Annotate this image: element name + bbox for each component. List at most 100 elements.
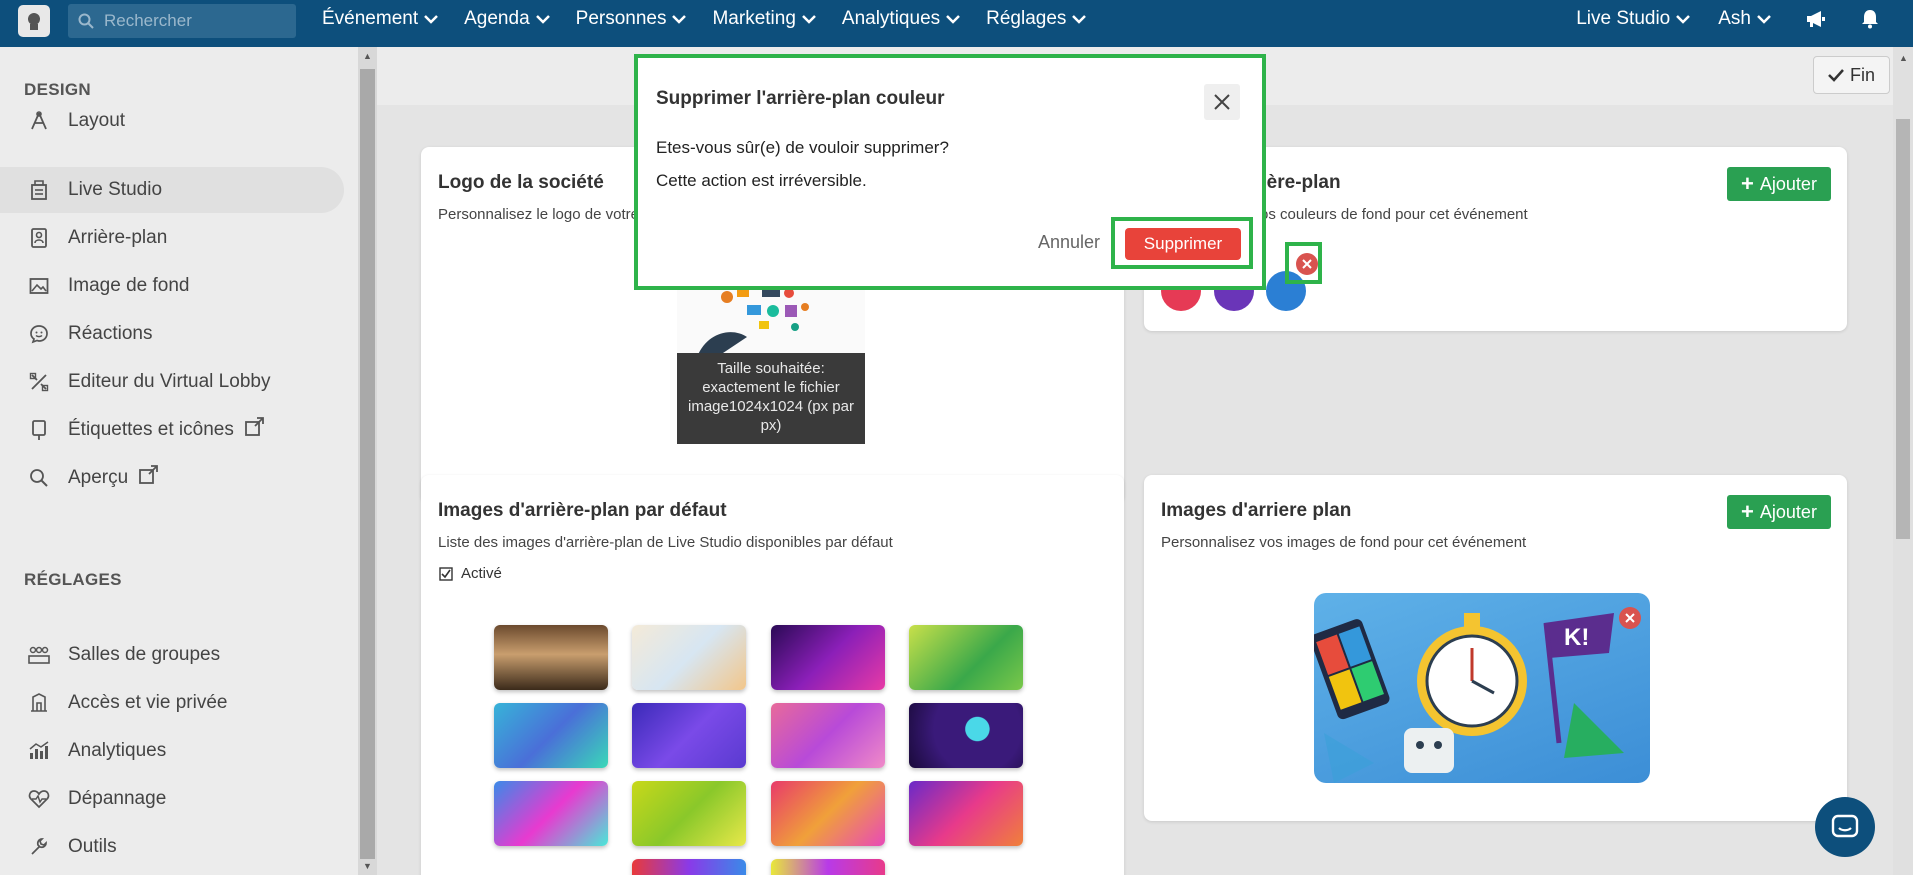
checkbox-checked-icon <box>439 566 453 581</box>
nav-label: Événement <box>322 8 419 29</box>
plus-icon: + <box>1741 499 1754 524</box>
default-bg-thumb[interactable] <box>771 703 885 768</box>
modal-title: Supprimer l'arrière-plan couleur <box>656 88 945 109</box>
default-bg-thumb[interactable] <box>771 625 885 690</box>
enabled-label: Activé <box>461 565 502 582</box>
company-logo-preview[interactable]: Taille souhaitée: exactement le fichier … <box>677 277 865 444</box>
custom-bg-image[interactable]: K! <box>1314 593 1650 783</box>
default-bg-thumb[interactable] <box>771 859 885 875</box>
sidebar-item-label: Aperçu <box>68 467 129 488</box>
default-bg-thumb[interactable] <box>909 781 1023 846</box>
main-nav: Événement Agenda Personnes Marketing Ana… <box>322 0 1112 38</box>
modal-close-button[interactable] <box>1204 84 1240 120</box>
default-bg-thumb[interactable] <box>494 625 608 690</box>
close-icon <box>1625 613 1635 623</box>
default-bg-thumb[interactable] <box>632 625 746 690</box>
default-bg-thumb[interactable] <box>494 703 608 768</box>
default-bg-thumb[interactable] <box>632 703 746 768</box>
sidebar-item-layout[interactable]: Layout <box>0 98 344 144</box>
scroll-up-icon[interactable]: ▲ <box>363 51 372 61</box>
default-bg-thumb[interactable] <box>494 781 608 846</box>
sidebar-item-label: Arrière-plan <box>68 227 168 248</box>
chevron-down-icon <box>672 15 687 24</box>
preview-icon <box>26 467 52 489</box>
sidebar-item-reactions[interactable]: Réactions <box>0 311 344 357</box>
chevron-down-icon <box>535 15 550 24</box>
close-icon <box>1214 94 1230 110</box>
sidebar-item-image-de-fond[interactable]: Image de fond <box>0 263 344 309</box>
sidebar: DESIGN Layout Live Studio Arrière-plan I… <box>0 47 358 875</box>
chat-button[interactable] <box>1815 797 1875 857</box>
logo-card-title: Logo de la société <box>438 172 604 193</box>
sidebar-item-salles[interactable]: Salles de groupes <box>0 632 344 678</box>
notifications-button[interactable] <box>1855 9 1879 29</box>
sidebar-item-label: Analytiques <box>68 740 167 761</box>
nav-user-menu[interactable]: Ash <box>1718 8 1771 30</box>
modal-warning: Cette action est irréversible. <box>656 171 867 190</box>
troubleshoot-icon <box>26 788 52 810</box>
nav-live-studio[interactable]: Live Studio <box>1576 8 1691 30</box>
sidebar-item-apercu[interactable]: Aperçu <box>0 455 344 501</box>
main-scrollbar[interactable]: ▲ <box>1893 47 1913 875</box>
default-bg-thumb[interactable] <box>771 781 885 846</box>
labels-icon <box>26 419 52 441</box>
chevron-down-icon <box>1676 15 1691 24</box>
kahoot-illustration: K! <box>1314 613 1624 783</box>
sidebar-item-lobby-editor[interactable]: Editeur du Virtual Lobby <box>0 359 344 405</box>
sidebar-item-label: Editeur du Virtual Lobby <box>68 371 271 392</box>
chevron-down-icon <box>946 15 961 24</box>
announcements-button[interactable] <box>1799 9 1827 29</box>
sidebar-item-live-studio[interactable]: Live Studio <box>0 167 344 213</box>
default-bg-thumb[interactable] <box>632 781 746 846</box>
sidebar-item-outils[interactable]: Outils <box>0 824 344 870</box>
default-bg-title: Images d'arrière-plan par défaut <box>438 500 727 521</box>
chevron-down-icon <box>424 15 439 24</box>
sidebar-item-label: Dépannage <box>68 788 167 809</box>
default-bg-thumb[interactable] <box>909 703 1023 768</box>
nav-evenement[interactable]: Événement <box>322 8 439 30</box>
sidebar-item-analytiques[interactable]: Analytiques <box>0 728 344 774</box>
external-link-icon <box>244 417 266 443</box>
sidebar-item-label: Live Studio <box>68 179 163 200</box>
search-input[interactable]: Rechercher <box>68 4 296 38</box>
nav-marketing[interactable]: Marketing <box>712 8 816 30</box>
sidebar-heading-design: DESIGN <box>24 80 91 99</box>
scroll-thumb[interactable] <box>1896 119 1910 539</box>
nav-label: Analytiques <box>841 8 941 29</box>
nav-label: Réglages <box>986 8 1067 29</box>
sidebar-item-label: Outils <box>68 836 117 857</box>
search-icon <box>78 13 94 29</box>
studio-icon <box>26 179 52 201</box>
scroll-down-icon[interactable]: ▼ <box>363 861 372 871</box>
bell-icon <box>1862 10 1878 29</box>
add-image-button[interactable]: + Ajouter <box>1727 495 1831 529</box>
sidebar-scrollbar[interactable]: ▲ ▼ <box>358 47 377 875</box>
nav-reglages[interactable]: Réglages <box>986 8 1087 30</box>
plus-icon: + <box>1741 171 1754 196</box>
delete-image-button[interactable] <box>1619 607 1641 629</box>
image-icon <box>26 275 52 297</box>
add-color-button[interactable]: + Ajouter <box>1727 167 1831 201</box>
confirm-delete-label: Supprimer <box>1143 234 1223 253</box>
layout-icon <box>26 110 52 132</box>
fin-button[interactable]: Fin <box>1813 56 1890 94</box>
sidebar-item-arriere-plan[interactable]: Arrière-plan <box>0 215 344 261</box>
scroll-thumb[interactable] <box>360 69 375 859</box>
chevron-down-icon <box>1757 15 1771 24</box>
scroll-up-icon[interactable]: ▲ <box>1899 53 1908 63</box>
cancel-button[interactable]: Annuler <box>1038 232 1100 253</box>
default-bg-thumb[interactable] <box>909 625 1023 690</box>
sidebar-item-depannage[interactable]: Dépannage <box>0 776 344 822</box>
sidebar-item-acces[interactable]: Accès et vie privée <box>0 680 344 726</box>
chevron-down-icon <box>1072 15 1087 24</box>
nav-agenda[interactable]: Agenda <box>464 8 550 30</box>
default-bg-thumb[interactable] <box>632 859 746 875</box>
enabled-checkbox[interactable]: Activé <box>439 565 502 582</box>
nav-analytiques[interactable]: Analytiques <box>841 8 961 30</box>
nav-personnes[interactable]: Personnes <box>576 8 687 30</box>
sidebar-item-label: Salles de groupes <box>68 644 221 665</box>
app-logo[interactable] <box>18 5 50 37</box>
confirm-delete-button[interactable]: Supprimer <box>1125 228 1241 260</box>
sidebar-item-etiquettes[interactable]: Étiquettes et icônes <box>0 407 344 453</box>
external-link-icon <box>138 465 160 491</box>
